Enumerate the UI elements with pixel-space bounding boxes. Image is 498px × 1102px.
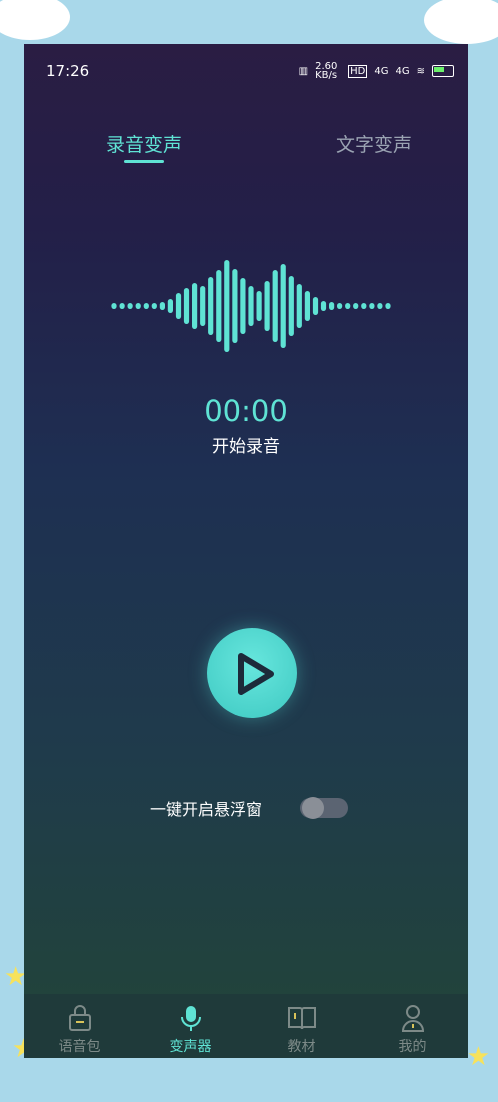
floating-window-label: 一键开启悬浮窗 — [150, 800, 263, 819]
hd-badge: HD — [348, 64, 368, 78]
record-play-button[interactable] — [207, 628, 297, 718]
tab-record-voice[interactable]: 录音变声 — [106, 130, 182, 157]
nav-label: 变声器 — [169, 1039, 212, 1055]
signal-1-icon: 4G — [374, 65, 389, 77]
play-icon — [238, 653, 274, 695]
nav-item-voice-changer[interactable]: 变声器 — [135, 994, 246, 1058]
bag-icon — [68, 1005, 91, 1031]
tab-text-voice[interactable]: 文字变声 — [336, 130, 412, 157]
status-time: 17:26 — [46, 62, 90, 80]
signal-2-icon: 4G — [395, 65, 410, 77]
decor-cloud-right — [424, 0, 498, 44]
nav-item-textbook[interactable]: 教材 — [246, 994, 357, 1058]
person-icon — [401, 1005, 424, 1032]
phone-screen: 17:26 ▥ 2.60 KB/s HD 4G 4G ≋ 录音变声 文字变声 0… — [24, 44, 468, 1058]
nav-item-voice-pack[interactable]: 语音包 — [24, 994, 135, 1058]
decor-star-icon: ★ — [466, 1042, 490, 1072]
book-icon — [287, 1007, 316, 1030]
record-caption: 开始录音 — [212, 437, 280, 457]
mode-tabs: 录音变声 文字变声 — [24, 130, 468, 170]
floating-window-toggle[interactable] — [300, 797, 348, 819]
bottom-nav: 语音包 变声器 教材 我的 — [24, 994, 468, 1058]
floating-window-row: 一键开启悬浮窗 — [24, 794, 468, 820]
nav-label: 我的 — [398, 1039, 427, 1055]
battery-icon — [432, 65, 454, 77]
net-speed: 2.60 KB/s — [315, 61, 338, 81]
nav-item-mine[interactable]: 我的 — [357, 994, 468, 1058]
status-indicators: ▥ 2.60 KB/s HD 4G 4G ≋ — [298, 61, 454, 81]
nav-label: 教材 — [287, 1039, 316, 1055]
waveform-icon — [111, 260, 391, 352]
decor-cloud-left — [0, 0, 70, 40]
status-bar: 17:26 ▥ 2.60 KB/s HD 4G 4G ≋ — [24, 60, 468, 82]
vibrate-icon: ▥ — [298, 65, 309, 77]
record-timer: 00:00 — [204, 394, 288, 428]
tab-active-indicator — [124, 160, 164, 163]
wifi-icon: ≋ — [416, 65, 425, 77]
nav-label: 语音包 — [58, 1039, 101, 1055]
microphone-icon — [180, 1006, 201, 1031]
toggle-knob — [302, 797, 324, 819]
